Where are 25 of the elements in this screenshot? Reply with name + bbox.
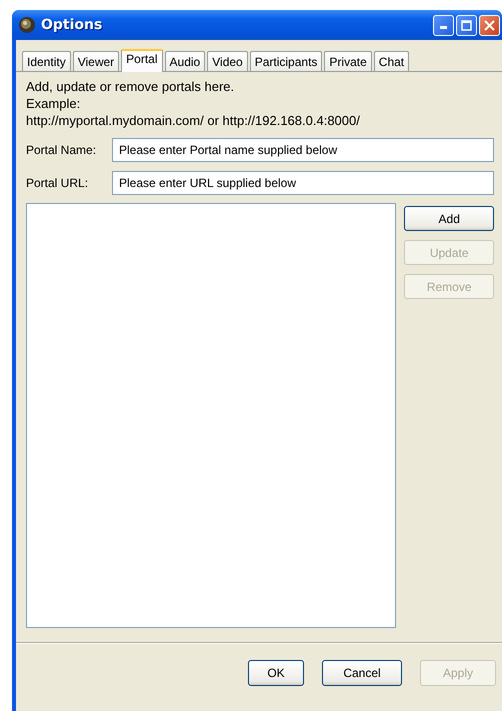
text-field[interactable]: Please enter Portal name supplied below: [112, 138, 494, 162]
instruction-text: http://myportal.mydomain.com/ or http://192.168.0.4:8000/: [26, 113, 361, 128]
field-label: Portal Name:: [26, 143, 98, 157]
dialog-button[interactable]: Add: [404, 206, 494, 231]
text-field[interactable]: Please enter URL supplied below: [112, 171, 494, 195]
instruction-text: Example:: [26, 96, 82, 111]
dialog-button[interactable]: OK: [248, 660, 304, 686]
tab[interactable]: Viewer: [72, 51, 120, 71]
tab[interactable]: Audio: [164, 51, 206, 71]
app-icon: [18, 16, 36, 34]
instruction-text: Add, update or remove portals here.: [26, 79, 236, 94]
tab[interactable]: Participants: [250, 51, 322, 71]
tab[interactable]: Video: [207, 51, 248, 71]
close-icon: [484, 20, 495, 30]
tab[interactable]: Identity: [22, 51, 71, 71]
maximize-button[interactable]: [456, 14, 477, 36]
field-label: Portal URL:: [26, 176, 90, 190]
tab[interactable]: Private: [324, 51, 372, 71]
window-title: Options: [41, 17, 104, 33]
tab[interactable]: Portal: [121, 49, 163, 72]
close-button[interactable]: [479, 14, 500, 36]
maximize-icon: [461, 20, 472, 30]
dialog-button[interactable]: Cancel: [322, 660, 402, 686]
minimize-button[interactable]: [433, 14, 454, 36]
tab[interactable]: Chat: [374, 51, 410, 71]
